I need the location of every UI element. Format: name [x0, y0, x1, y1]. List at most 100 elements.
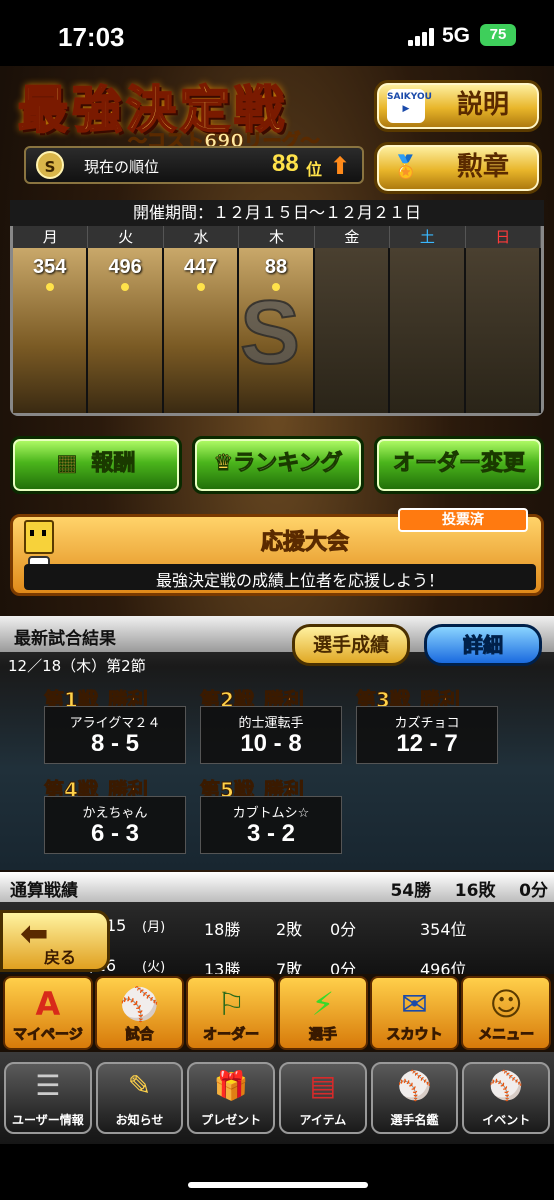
nav-label: ユーザー情報: [11, 1113, 84, 1127]
rank-value: 88: [272, 150, 299, 177]
game-score: 6 - 3: [90, 820, 140, 847]
latest-results-date: 12／18（木）第2節: [8, 657, 146, 675]
nav-user-info[interactable]: ☰ ユーザー情報: [4, 1062, 92, 1134]
day-marker-dot: [121, 283, 130, 291]
nav-label: スカウト: [386, 1027, 443, 1044]
game-opponent: カブトムシ☆: [232, 806, 310, 821]
game-result-5: 第5戦 勝利 カブトムシ☆ 3 - 2: [200, 774, 342, 854]
explain-button[interactable]: SAIKYOU ▶ 説明: [374, 80, 542, 132]
nav-scout[interactable]: ✉ スカウト: [369, 976, 460, 1050]
nav-menu[interactable]: ☺ メニュー: [461, 976, 552, 1050]
event-icon: ⚾: [488, 1069, 524, 1102]
history-day: (火): [142, 960, 166, 975]
game-score: 3 - 2: [246, 820, 296, 847]
game-opponent: アライグマ２４: [69, 716, 161, 731]
history-wins: 18勝: [204, 920, 241, 939]
ranking-label: ランキング: [233, 451, 343, 477]
nav-label: マイページ: [12, 1027, 83, 1044]
weekday-header: 月火水木金土日: [13, 226, 541, 248]
game-opponent: カズチョコ: [394, 716, 460, 731]
nav-player[interactable]: ⚡ 選手: [278, 976, 368, 1050]
item-icon: ▤: [309, 1069, 337, 1102]
nav-item[interactable]: ▤ アイテム: [279, 1062, 367, 1134]
nav-label: 試合: [125, 1027, 154, 1044]
home-indicator-area: [0, 1144, 554, 1200]
totals-values: 54勝 16敗 0分: [330, 876, 548, 901]
weekday-label: 火: [88, 226, 164, 248]
primary-nav: A マイページ ⚾ 試合 ⚐ オーダー ⚡ 選手 ✉ スカウト ☺ メニュー: [0, 974, 554, 1052]
battery-icon: 75: [480, 24, 516, 46]
game-result-3: 第3戦 勝利 カズチョコ 12 - 7: [356, 684, 498, 764]
voted-badge: 投票済: [398, 508, 528, 532]
reward-label: 報酬: [91, 451, 136, 477]
network-label: 5G: [442, 24, 471, 47]
order-change-button[interactable]: オーダー変更: [374, 436, 544, 494]
detail-button[interactable]: 詳細: [424, 624, 542, 666]
game-result-2: 第2戦 勝利 的士運転手 10 - 8: [200, 684, 342, 764]
nav-news[interactable]: ✎ お知らせ: [95, 1062, 184, 1134]
history-day: (月): [142, 920, 166, 935]
history-row: 15 (月) 18勝 2敗 0分 354位: [80, 910, 550, 942]
day-cell: 354: [13, 248, 89, 413]
treasure-chest-icon: ▦: [56, 451, 78, 477]
nav-label: 選手名鑑: [390, 1113, 439, 1127]
nav-player-book[interactable]: ⚾ 選手名鑑: [370, 1062, 459, 1134]
latest-results-title: 最新試合結果: [14, 629, 116, 649]
saikyou-tag: SAIKYOU: [387, 92, 432, 102]
game-opponent: 的士運転手: [238, 716, 304, 731]
player-book-icon: ⚾: [397, 1069, 432, 1102]
weekday-label: 水: [164, 226, 240, 248]
nav-label: お知らせ: [115, 1113, 164, 1127]
rank-unit: 位: [306, 160, 323, 179]
medal-icon: 🏅: [392, 155, 420, 180]
totals-draws: 0分: [519, 881, 548, 901]
nav-label: プレゼント: [201, 1113, 262, 1127]
day-marker-dot: [45, 283, 54, 291]
status-time: 17:03: [58, 22, 125, 52]
scout-icon: ✉: [401, 985, 428, 1023]
nav-label: オーダー: [203, 1027, 260, 1044]
secondary-nav: ☰ ユーザー情報 ✎ お知らせ 🎁 プレゼント ▤ アイテム ⚾ 選手名鑑 ⚾ イベント: [0, 1052, 554, 1144]
game-opponent: かえちゃん: [82, 806, 148, 821]
reward-button[interactable]: ▦ 報酬: [10, 436, 182, 494]
event-period: 開催期間：１２月１５日〜１２月２１日: [10, 200, 544, 226]
weekday-label: 木: [239, 226, 315, 248]
nav-order[interactable]: ⚐ オーダー: [186, 976, 277, 1050]
totals-label: 通算戦績: [10, 881, 78, 901]
history-losses: 2敗: [276, 920, 303, 939]
day-rank-value: 496: [108, 256, 142, 278]
day-rank-value: 354: [33, 256, 67, 278]
game-score: 10 - 8: [240, 730, 302, 757]
medal-button[interactable]: 🏅 勲章: [374, 142, 542, 194]
order-icon: ⚐: [216, 985, 246, 1023]
game-result-1: 第1戦 勝利 アライグマ２４ 8 - 5: [44, 684, 186, 764]
nav-present[interactable]: 🎁 プレゼント: [187, 1062, 276, 1134]
nav-label: アイテム: [299, 1113, 347, 1127]
nav-label: メニュー: [478, 1027, 535, 1044]
home-indicator[interactable]: [188, 1182, 368, 1188]
nav-label: イベント: [482, 1113, 531, 1127]
nav-mypage[interactable]: A マイページ: [3, 976, 93, 1050]
weekday-label: 金: [315, 226, 391, 248]
nav-game[interactable]: ⚾ 試合: [94, 976, 185, 1050]
news-icon: ✎: [127, 1069, 152, 1102]
s-rank-emblem-icon: S: [239, 282, 301, 384]
medal-label: 勲章: [456, 152, 509, 182]
history-draws: 0分: [330, 920, 357, 939]
day-cell: [465, 248, 541, 413]
player-icon: ⚡: [311, 985, 335, 1023]
game-result-4: 第4戦 勝利 かえちゃん 6 - 3: [44, 774, 186, 854]
menu-icon: ☺: [489, 985, 523, 1023]
totals-losses: 16敗: [454, 881, 496, 901]
cheer-title: 応援大会: [260, 530, 349, 556]
weekday-label: 土: [390, 226, 466, 248]
player-stats-button[interactable]: 選手成績: [292, 624, 410, 666]
rank-label: 現在の順位: [84, 158, 160, 176]
weekday-label: 日: [466, 226, 541, 248]
user-info-icon: ☰: [35, 1069, 61, 1102]
game-score: 12 - 7: [396, 730, 458, 757]
history-rank: 354位: [420, 920, 467, 939]
cheer-message: 最強決定戦の成績上位者を応援しよう！: [155, 571, 444, 590]
nav-event[interactable]: ⚾ イベント: [462, 1062, 551, 1134]
ranking-button[interactable]: ♛ランキング: [192, 436, 364, 494]
